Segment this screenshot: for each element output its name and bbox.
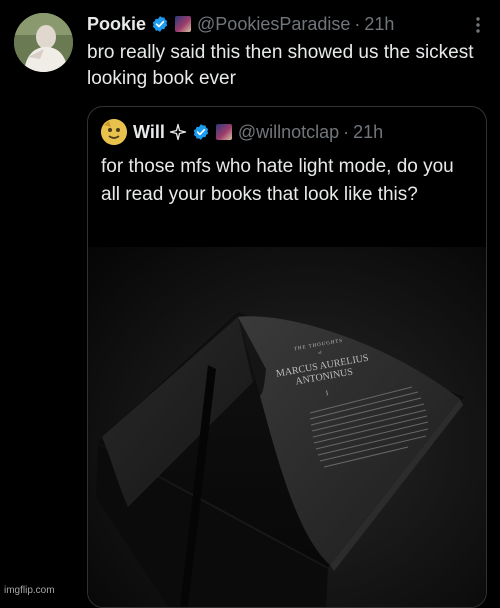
author-handle[interactable]: @PookiesParadise [197, 14, 350, 35]
verified-badge-icon [151, 15, 169, 33]
tweet: Pookie @PookiesParadise · 21h bro really… [0, 0, 500, 608]
separator-dot: · [354, 13, 361, 34]
tweet-header: Pookie @PookiesParadise · 21h [87, 12, 394, 36]
more-options-icon[interactable] [466, 13, 490, 37]
quoted-tweet-header: Will @willnotclap · 21h [101, 119, 383, 145]
book-photo: THE THOUGHTS of MARCUS AURELIUS ANTONINU… [96, 312, 464, 607]
quoted-author-handle[interactable]: @willnotclap [238, 122, 339, 143]
tweet-text: bro really said this then showed us the … [87, 42, 474, 89]
author-avatar[interactable] [14, 13, 73, 72]
affiliate-badge-image [215, 124, 232, 140]
post-time[interactable]: 21h [364, 14, 394, 35]
quoted-author-name[interactable]: Will [133, 122, 165, 143]
quoted-tweet-image[interactable]: THE THOUGHTS of MARCUS AURELIUS ANTONINU… [88, 247, 486, 607]
watermark: imgflip.com [4, 585, 55, 596]
quoted-tweet-text: for those mfs who hate light mode, do yo… [101, 156, 454, 205]
quoted-tweet[interactable]: Will @willnotclap · 21h for those mfs wh… [87, 106, 487, 608]
quoted-post-time[interactable]: 21h [353, 122, 383, 143]
quoted-author-avatar[interactable] [101, 119, 127, 145]
author-name[interactable]: Pookie [87, 14, 146, 35]
sparkle-icon [169, 123, 187, 141]
affiliate-badge-image [175, 16, 192, 32]
separator-dot: · [343, 121, 350, 142]
verified-badge-icon [192, 123, 210, 141]
